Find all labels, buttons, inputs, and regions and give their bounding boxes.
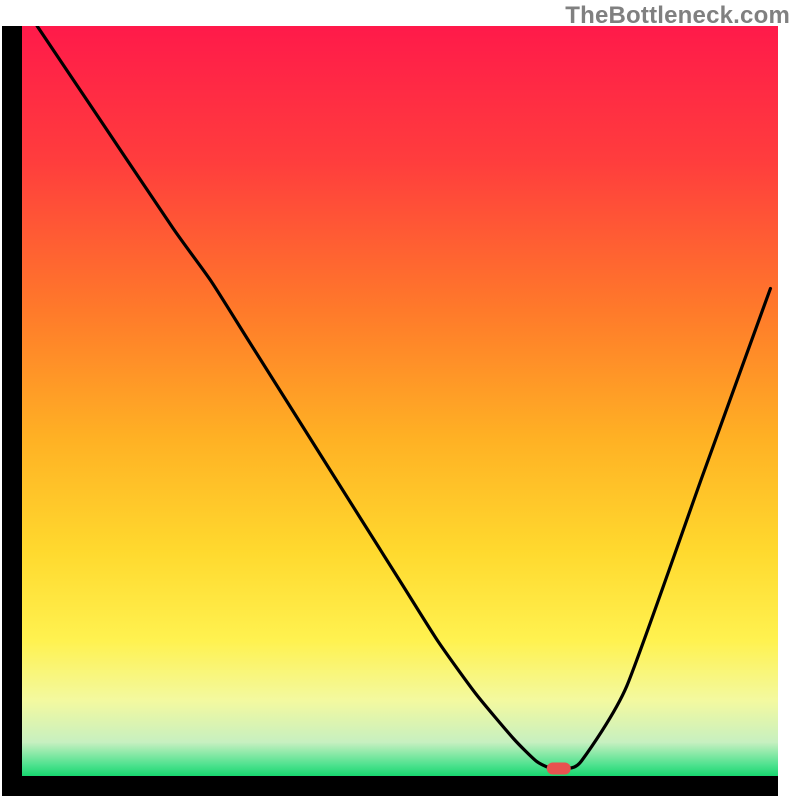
optimal-point-marker (547, 763, 571, 775)
bottleneck-chart (0, 0, 800, 800)
plot-background (22, 26, 778, 776)
x-axis (2, 776, 778, 796)
attribution-watermark: TheBottleneck.com (565, 2, 790, 30)
chart-container: TheBottleneck.com (0, 0, 800, 800)
y-axis (2, 26, 22, 796)
